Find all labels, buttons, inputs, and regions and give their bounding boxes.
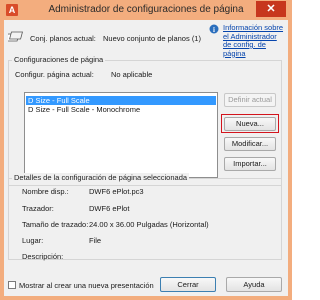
where-value: File (89, 236, 102, 245)
dialog-window: A Administrador de configuraciones de pá… (0, 0, 292, 300)
help-button[interactable]: Ayuda (226, 277, 282, 292)
list-item[interactable]: D Size - Full Scale (26, 96, 216, 105)
plotter-value: DWF6 ePlot (89, 204, 130, 213)
show-on-new-layout-label: Mostrar al crear una nueva presentación (19, 281, 154, 290)
plot-size-label: Tamaño de trazado: (22, 220, 89, 229)
current-page-setup-label: Configur. página actual: (15, 70, 94, 79)
info-link[interactable]: Información sobre el Administrador de co… (223, 23, 283, 58)
show-on-new-layout-checkbox[interactable] (8, 281, 16, 289)
dialog-body: Conj. planos actual: Nuevo conjunto de p… (4, 20, 288, 296)
set-current-button[interactable]: Definir actual (224, 93, 276, 107)
sheet-set-icon (8, 31, 23, 42)
device-name-label: Nombre disp.: (22, 187, 69, 196)
where-label: Lugar: (22, 236, 44, 245)
close-button[interactable]: Cerrar (160, 277, 216, 292)
list-item-label: D Size - Full Scale (28, 96, 90, 105)
new-page-setup-button[interactable]: Nueva... (224, 117, 276, 131)
current-layout-value: Nuevo conjunto de planos (1) (103, 34, 201, 43)
page-setups-group-title: Configuraciones de página (12, 55, 106, 64)
description-label: Descripción: (22, 252, 64, 261)
page-setup-list[interactable]: D Size - Full Scale D Size - Full Scale … (24, 92, 218, 178)
plotter-label: Trazador: (22, 204, 54, 213)
close-window-button[interactable]: ✕ (256, 1, 286, 17)
modify-button[interactable]: Modificar... (224, 137, 276, 151)
title-bar[interactable]: A Administrador de configuraciones de pá… (0, 0, 292, 20)
import-button[interactable]: Importar... (224, 157, 276, 171)
plot-size-value: 24.00 x 36.00 Pulgadas (Horizontal) (89, 220, 209, 229)
device-name-value: DWF6 ePlot.pc3 (89, 187, 144, 196)
window-title: Administrador de configuraciones de pági… (48, 4, 244, 15)
current-layout-label: Conj. planos actual: (30, 34, 96, 43)
list-item[interactable]: D Size - Full Scale - Monochrome (26, 105, 216, 114)
current-page-setup-value: No aplicable (111, 70, 153, 79)
svg-text:i: i (213, 26, 215, 34)
list-item-label: D Size - Full Scale - Monochrome (28, 105, 141, 114)
details-group-title: Detalles de la configuración de página s… (12, 173, 190, 182)
info-icon: i (209, 24, 219, 34)
